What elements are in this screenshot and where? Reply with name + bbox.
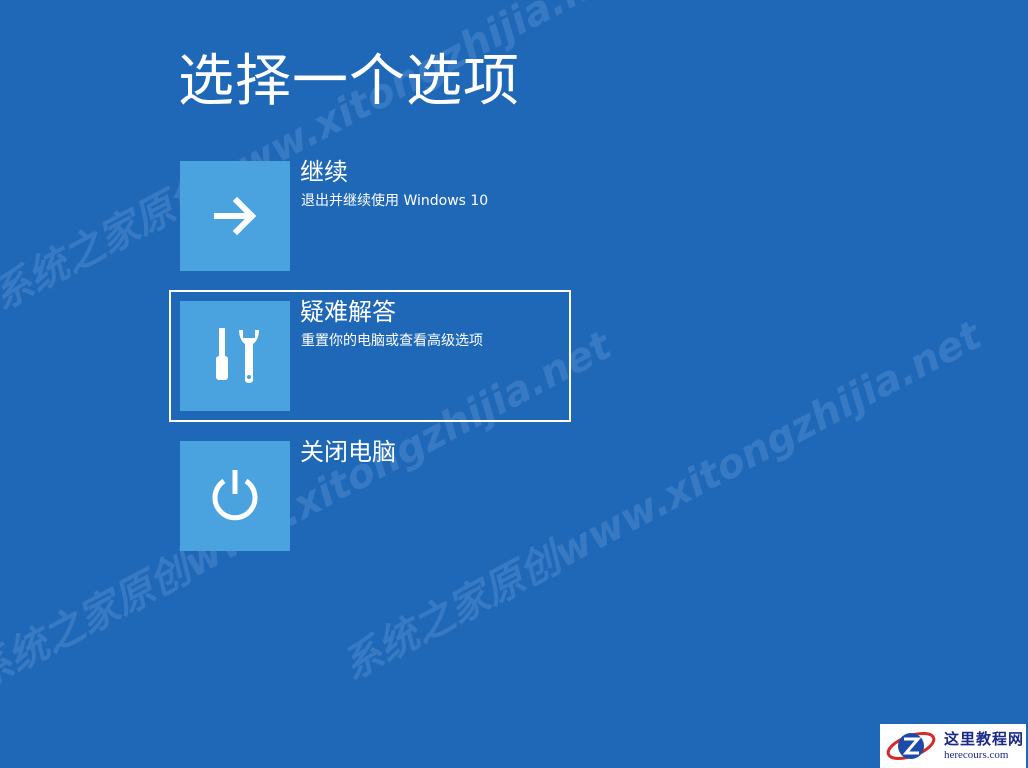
continue-tile[interactable]	[180, 161, 290, 271]
tools-icon	[216, 328, 259, 383]
continue-description: 退出并继续使用 Windows 10	[301, 193, 489, 209]
troubleshoot-option[interactable]: 疑难解答 重置你的电脑或查看高级选项	[169, 290, 571, 422]
troubleshoot-label: 疑难解答	[300, 298, 396, 326]
continue-label: 继续	[300, 158, 348, 186]
shutdown-label: 关闭电脑	[300, 438, 396, 466]
logo-subtitle: herecours.com	[944, 749, 1009, 761]
logo-title: 这里教程网	[944, 730, 1025, 748]
continue-option[interactable]: 继续 退出并继续使用 Windows 10	[169, 150, 571, 282]
shutdown-option[interactable]: 关闭电脑	[169, 430, 571, 562]
z-logo-icon	[886, 732, 936, 760]
site-logo: 这里教程网 herecours.com	[880, 724, 1026, 768]
troubleshoot-description: 重置你的电脑或查看高级选项	[301, 333, 483, 349]
page-title: 选择一个选项	[178, 49, 520, 114]
power-icon	[212, 470, 258, 521]
troubleshoot-tile[interactable]	[180, 301, 290, 411]
shutdown-tile[interactable]	[180, 441, 290, 551]
arrow-right-icon	[214, 196, 257, 236]
